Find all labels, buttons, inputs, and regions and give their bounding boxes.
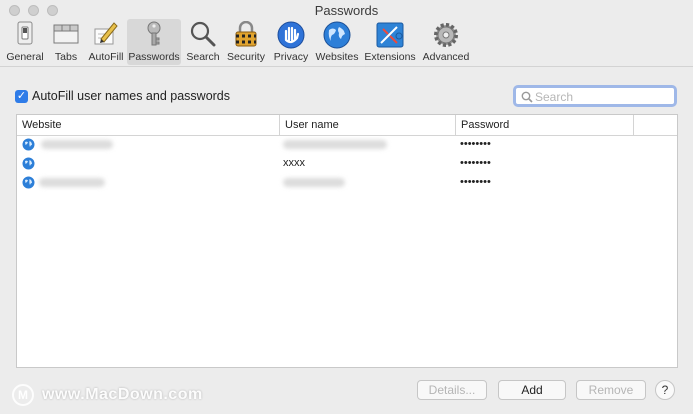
- autofill-checkbox[interactable]: ✓: [15, 90, 28, 103]
- toolbar-item-advanced[interactable]: Advanced: [421, 19, 471, 65]
- toolbar-item-general[interactable]: General: [4, 19, 46, 65]
- search-input[interactable]: [535, 89, 670, 105]
- remove-button[interactable]: Remove: [576, 380, 646, 400]
- window-title: Passwords: [314, 3, 379, 18]
- redacted-website: [41, 140, 113, 149]
- toolbar-item-websites[interactable]: Websites: [313, 19, 361, 65]
- password-cell: ••••••••: [460, 157, 491, 169]
- toolbar-label-advanced: Advanced: [422, 51, 470, 63]
- toolbar-item-extensions[interactable]: Extensions: [363, 19, 417, 65]
- hand-icon: [277, 21, 305, 49]
- puzzle-icon: [376, 22, 404, 48]
- toolbar-label-autofill: AutoFill: [88, 51, 124, 63]
- passwords-table: Website User name Password •••••••• xxxx…: [16, 114, 678, 368]
- password-cell: ••••••••: [460, 138, 491, 150]
- watermark-text: www.MacDown.com: [42, 386, 203, 403]
- toolbar-item-tabs[interactable]: Tabs: [49, 19, 83, 65]
- padlock-icon: [235, 21, 257, 47]
- table-row[interactable]: ••••••••: [17, 135, 677, 154]
- toolbar-label-general: General: [6, 51, 44, 63]
- password-cell: ••••••••: [460, 176, 491, 188]
- toolbar-item-search[interactable]: Search: [184, 19, 222, 65]
- toolbar-label-tabs: Tabs: [54, 51, 78, 63]
- help-button[interactable]: ?: [655, 380, 675, 400]
- table-header: Website User name Password: [17, 115, 677, 136]
- globe-icon: [323, 21, 351, 49]
- toolbar-item-security[interactable]: Security: [224, 19, 268, 65]
- search-icon: [521, 91, 533, 103]
- autofill-checkbox-label: AutoFill user names and passwords: [32, 89, 231, 103]
- toolbar-item-privacy[interactable]: Privacy: [271, 19, 311, 65]
- redacted-website: [39, 178, 105, 187]
- add-button[interactable]: Add: [498, 380, 566, 400]
- toolbar-label-passwords: Passwords: [128, 51, 180, 63]
- website-globe-icon: [22, 157, 35, 170]
- redacted-username: [283, 140, 387, 149]
- toolbar-item-autofill[interactable]: AutoFill: [86, 19, 126, 65]
- toolbar-label-privacy: Privacy: [273, 51, 309, 63]
- switch-icon: [17, 21, 33, 45]
- website-globe-icon: [22, 138, 35, 151]
- title-bar: Passwords: [0, 0, 693, 20]
- details-button[interactable]: Details...: [417, 380, 487, 400]
- tabs-icon: [53, 24, 79, 44]
- redacted-username: [283, 178, 345, 187]
- preferences-toolbar: General Tabs AutoFill Passwords Search S…: [0, 18, 693, 67]
- search-field[interactable]: [513, 85, 677, 107]
- magnifier-icon: [190, 21, 216, 47]
- table-row[interactable]: ••••••••: [17, 173, 677, 192]
- toolbar-label-extensions: Extensions: [364, 51, 416, 63]
- key-icon: [147, 21, 161, 46]
- pencil-icon: [94, 22, 118, 45]
- toolbar-label-security: Security: [227, 51, 265, 63]
- toolbar-item-passwords[interactable]: Passwords: [127, 19, 181, 65]
- username-cell: xxxx: [283, 157, 305, 169]
- column-header-website[interactable]: Website: [17, 115, 280, 135]
- toolbar-label-websites: Websites: [315, 51, 359, 63]
- gear-icon: [434, 23, 458, 47]
- table-row[interactable]: xxxx ••••••••: [17, 154, 677, 173]
- watermark-logo: M: [12, 384, 34, 406]
- toolbar-label-search: Search: [186, 51, 220, 63]
- watermark: M www.MacDown.com: [12, 384, 232, 408]
- column-header-username[interactable]: User name: [280, 115, 456, 135]
- column-header-password[interactable]: Password: [456, 115, 634, 135]
- website-globe-icon: [22, 176, 35, 189]
